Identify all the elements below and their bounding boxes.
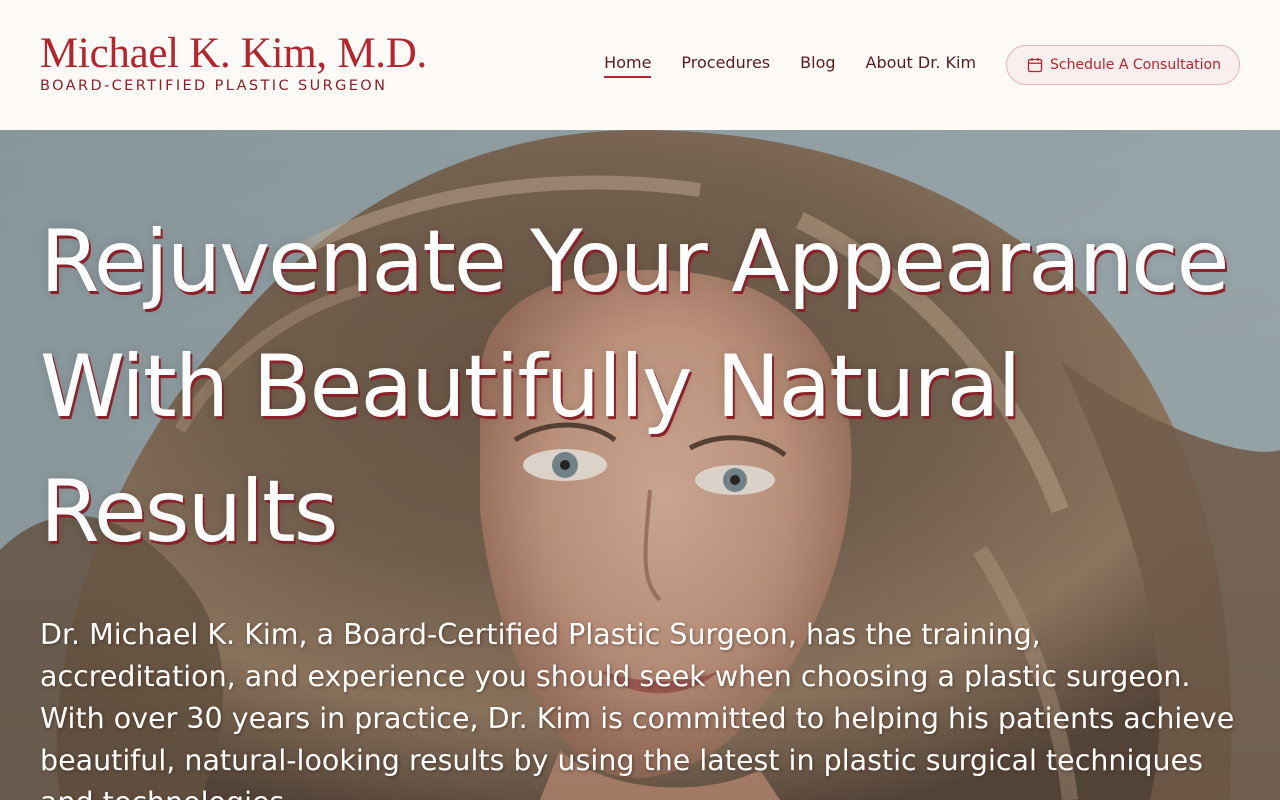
site-logo[interactable]: Michael K. Kim, M.D. BOARD-CERTIFIED PLA…	[40, 30, 427, 94]
logo-tagline: BOARD-CERTIFIED PLASTIC SURGEON	[40, 78, 388, 94]
nav-link-home[interactable]: Home	[604, 53, 652, 78]
main-nav: Home Procedures Blog About Dr. Kim Sched…	[604, 45, 1240, 85]
calendar-icon	[1027, 57, 1043, 73]
schedule-consultation-label: Schedule A Consultation	[1050, 57, 1221, 73]
nav-link-procedures[interactable]: Procedures	[681, 53, 770, 78]
hero-title: Rejuvenate Your Appearance With Beautifu…	[40, 212, 1229, 562]
hero-section: Rejuvenate Your Appearance With Beautifu…	[0, 130, 1280, 800]
nav-link-blog[interactable]: Blog	[800, 53, 835, 78]
hero-description: Dr. Michael K. Kim, a Board-Certified Pl…	[40, 618, 1235, 800]
site-header: Michael K. Kim, M.D. BOARD-CERTIFIED PLA…	[0, 0, 1280, 130]
nav-link-about[interactable]: About Dr. Kim	[866, 53, 977, 78]
logo-name: Michael K. Kim, M.D.	[40, 30, 427, 77]
schedule-consultation-button[interactable]: Schedule A Consultation	[1006, 45, 1240, 85]
